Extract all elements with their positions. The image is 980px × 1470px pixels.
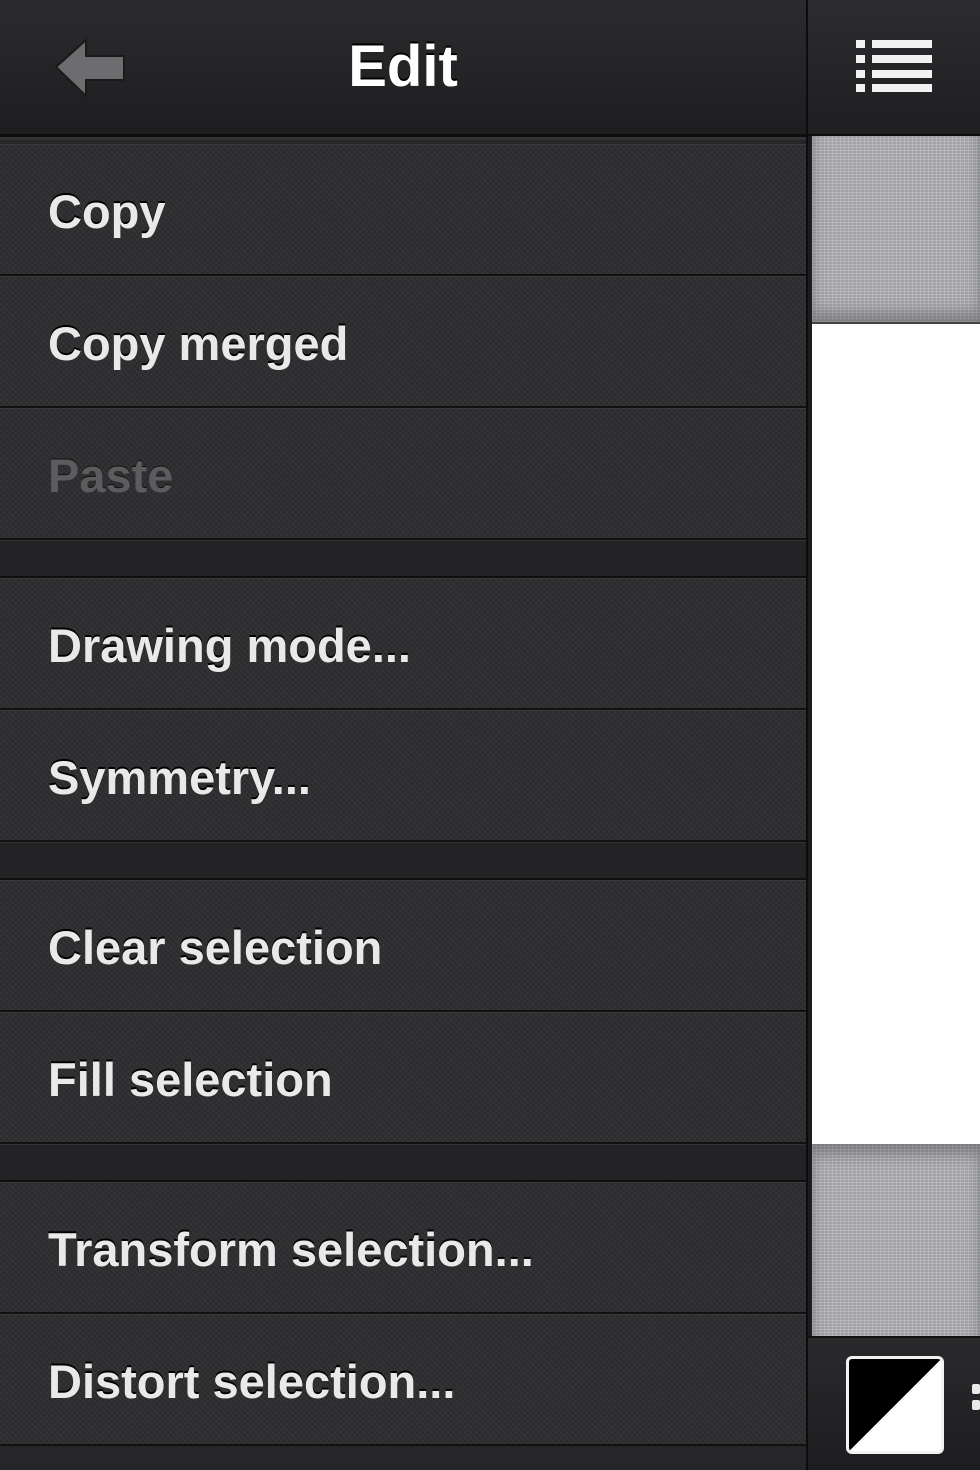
menu-item-distort-selection[interactable]: Distort selection... (0, 1314, 806, 1446)
menu-item-label: Distort selection... (48, 1355, 456, 1408)
menu-item-copy-merged[interactable]: Copy merged (0, 276, 806, 408)
menu-item-transform-selection[interactable]: Transform selection... (0, 1182, 806, 1314)
menu-item-label: Clear selection (48, 921, 383, 974)
screen: Edit Copy Copy merged Paste Drawing mode… (0, 0, 980, 1470)
menu-item-drawing-mode[interactable]: Drawing mode... (0, 578, 806, 710)
menu-item-paste: Paste (0, 408, 806, 540)
bottom-toolbar (808, 1336, 980, 1470)
menu-item-label: Paste (48, 449, 174, 502)
canvas-toolbar (808, 0, 980, 136)
menu-item-label: Transform selection... (48, 1223, 534, 1276)
menu-header: Edit (0, 0, 806, 137)
canvas-background-top (812, 136, 980, 322)
menu-item-symmetry[interactable]: Symmetry... (0, 710, 806, 842)
menu-item-label: Symmetry... (48, 751, 311, 804)
layers-icon[interactable] (972, 1384, 980, 1424)
edit-menu-panel: Edit Copy Copy merged Paste Drawing mode… (0, 0, 808, 1470)
drawing-canvas[interactable] (812, 322, 980, 1148)
back-arrow-icon[interactable] (50, 36, 130, 100)
menu-separator (0, 842, 806, 880)
canvas-background-bottom (812, 1144, 980, 1336)
menu-separator (0, 1144, 806, 1182)
menu-item-clear-selection[interactable]: Clear selection (0, 880, 806, 1012)
menu-item-label: Copy merged (48, 317, 349, 370)
color-swatch[interactable] (846, 1356, 944, 1454)
menu-item-copy[interactable]: Copy (0, 144, 806, 276)
canvas-pane (808, 0, 980, 1470)
menu-item-label: Fill selection (48, 1053, 333, 1106)
menu-item-label: Copy (48, 185, 166, 238)
menu-separator (0, 540, 806, 578)
list-icon[interactable] (856, 40, 932, 92)
menu-item-fill-selection[interactable]: Fill selection (0, 1012, 806, 1144)
menu-item-label: Drawing mode... (48, 619, 411, 672)
menu-list: Copy Copy merged Paste Drawing mode... S… (0, 144, 806, 1446)
